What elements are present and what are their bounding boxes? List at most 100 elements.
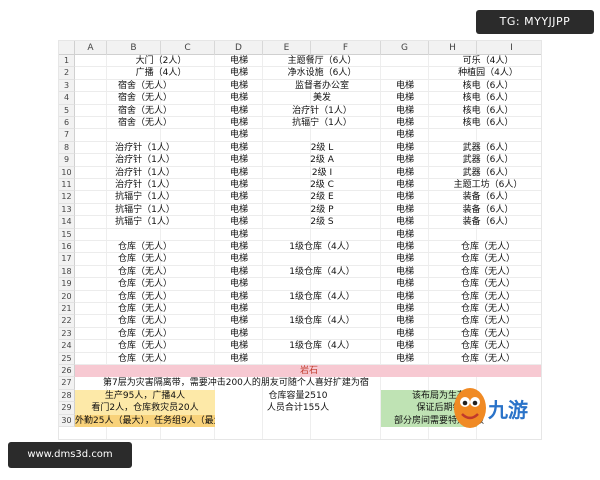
- note-mid-30[interactable]: [215, 415, 381, 427]
- cell-d24[interactable]: 电梯: [215, 340, 263, 352]
- cell-e13[interactable]: 2级 P: [263, 204, 381, 216]
- column-header-a[interactable]: A: [75, 41, 107, 55]
- cell-a25[interactable]: 仓库（无人）: [75, 353, 215, 365]
- cell-a4[interactable]: 宿舍（无人）: [75, 92, 215, 104]
- row-header[interactable]: 7: [59, 129, 75, 142]
- row-header[interactable]: 10: [59, 166, 75, 179]
- row-header[interactable]: 25: [59, 352, 75, 365]
- note-row-27[interactable]: 第7层为灾害隔离带，需要冲击200人的朋友可随个人喜好扩建为宿: [103, 377, 403, 389]
- cell-d20[interactable]: 电梯: [215, 291, 263, 303]
- cell-h17[interactable]: 仓库（无人）: [429, 253, 541, 265]
- column-header-f[interactable]: F: [311, 41, 381, 55]
- cell-e5[interactable]: 治疗针（1人）: [263, 105, 381, 117]
- cell-d14[interactable]: 电梯: [215, 216, 263, 228]
- cell-g9[interactable]: 电梯: [381, 154, 429, 166]
- cell-a23[interactable]: 仓库（无人）: [75, 328, 215, 340]
- cell-d17[interactable]: 电梯: [215, 253, 263, 265]
- cell-d1[interactable]: 电梯: [215, 55, 263, 67]
- cell-h6[interactable]: 核电（6人）: [429, 117, 541, 129]
- cell-a9[interactable]: 治疗针（1人）: [75, 154, 215, 166]
- cell-d19[interactable]: 电梯: [215, 278, 263, 290]
- cell-h23[interactable]: 仓库（无人）: [429, 328, 541, 340]
- row-header[interactable]: 29: [59, 402, 75, 415]
- row-header[interactable]: 23: [59, 327, 75, 341]
- cell-d15[interactable]: 电梯: [215, 229, 263, 241]
- cell-e2[interactable]: 净水设施（6人）: [263, 67, 381, 79]
- cell-h19[interactable]: 仓库（无人）: [429, 278, 541, 290]
- cell-g24[interactable]: 电梯: [381, 340, 429, 352]
- row-header[interactable]: 2: [59, 67, 75, 80]
- cell-b2[interactable]: 广播（4人）: [107, 67, 215, 79]
- row-header[interactable]: 15: [59, 228, 75, 241]
- select-all-corner[interactable]: [59, 41, 75, 55]
- row-header[interactable]: 18: [59, 265, 75, 279]
- cell-d22[interactable]: 电梯: [215, 315, 263, 327]
- cell-d12[interactable]: 电梯: [215, 191, 263, 203]
- cell-a13[interactable]: 抗辐宁（1人）: [75, 204, 215, 216]
- cell-g17[interactable]: 电梯: [381, 253, 429, 265]
- cell-h4[interactable]: 核电（6人）: [429, 92, 541, 104]
- cell-g3[interactable]: 电梯: [381, 80, 429, 92]
- cell-d25[interactable]: 电梯: [215, 353, 263, 365]
- cell-e10[interactable]: 2级 I: [263, 167, 381, 179]
- cell-a14[interactable]: 抗辐宁（1人）: [75, 216, 215, 228]
- cell-d3[interactable]: 电梯: [215, 80, 263, 92]
- cell-d9[interactable]: 电梯: [215, 154, 263, 166]
- row-header[interactable]: 11: [59, 179, 75, 192]
- cell-h12[interactable]: 装备（6人）: [429, 191, 541, 203]
- cell-e4[interactable]: 美发: [263, 92, 381, 104]
- cell-a12[interactable]: 抗辐宁（1人）: [75, 191, 215, 203]
- cell-e18[interactable]: 1级仓库（4人）: [263, 266, 381, 278]
- cell-h14[interactable]: 装备（6人）: [429, 216, 541, 228]
- cell-g23[interactable]: 电梯: [381, 328, 429, 340]
- cell-d8[interactable]: 电梯: [215, 142, 263, 154]
- cell-d4[interactable]: 电梯: [215, 92, 263, 104]
- cell-g22[interactable]: 电梯: [381, 315, 429, 327]
- row-header[interactable]: 27: [59, 377, 75, 390]
- cell-g6[interactable]: 电梯: [381, 117, 429, 129]
- cell-a5[interactable]: 宿舍（无人）: [75, 105, 215, 117]
- column-header-h[interactable]: H: [429, 41, 477, 55]
- row-header[interactable]: 22: [59, 315, 75, 328]
- cell-g16[interactable]: 电梯: [381, 241, 429, 253]
- row-header[interactable]: 28: [59, 389, 75, 403]
- cell-g10[interactable]: 电梯: [381, 167, 429, 179]
- cell-g12[interactable]: 电梯: [381, 191, 429, 203]
- note-mid-29[interactable]: 人员合计155人: [215, 402, 381, 414]
- column-header-d[interactable]: D: [215, 41, 263, 55]
- row-header[interactable]: 26: [59, 365, 75, 378]
- row-header[interactable]: 4: [59, 92, 75, 105]
- cell-h9[interactable]: 武器（6人）: [429, 154, 541, 166]
- cell-g5[interactable]: 电梯: [381, 105, 429, 117]
- cell-d16[interactable]: 电梯: [215, 241, 263, 253]
- cell-g7[interactable]: 电梯: [381, 129, 429, 141]
- note-left-30[interactable]: 外勤25人（最大），任务组9人（最大）: [75, 415, 215, 427]
- cell-h5[interactable]: 核电（6人）: [429, 105, 541, 117]
- row-header[interactable]: 3: [59, 79, 75, 93]
- note-left-28[interactable]: 生产95人，广播4人: [75, 390, 215, 402]
- row-header[interactable]: 21: [59, 303, 75, 316]
- column-header-c[interactable]: C: [161, 41, 215, 55]
- column-header-e[interactable]: E: [263, 41, 311, 55]
- row-header[interactable]: 20: [59, 290, 75, 303]
- cell-g21[interactable]: 电梯: [381, 303, 429, 315]
- note-mid-28[interactable]: 仓库容量2510: [215, 390, 381, 402]
- cell-e20[interactable]: 1级仓库（4人）: [263, 291, 381, 303]
- cell-d11[interactable]: 电梯: [215, 179, 263, 191]
- cell-h24[interactable]: 仓库（无人）: [429, 340, 541, 352]
- cell-g18[interactable]: 电梯: [381, 266, 429, 278]
- cell-e9[interactable]: 2级 A: [263, 154, 381, 166]
- cell-d5[interactable]: 电梯: [215, 105, 263, 117]
- cell-h16[interactable]: 仓库（无人）: [429, 241, 541, 253]
- cell-d21[interactable]: 电梯: [215, 303, 263, 315]
- cell-g25[interactable]: 电梯: [381, 353, 429, 365]
- cell-h21[interactable]: 仓库（无人）: [429, 303, 541, 315]
- cell-e8[interactable]: 2级 L: [263, 142, 381, 154]
- cell-a6[interactable]: 宿舍（无人）: [75, 117, 215, 129]
- cell-e24[interactable]: 1级仓库（4人）: [263, 340, 381, 352]
- row-header[interactable]: 16: [59, 241, 75, 254]
- row-header[interactable]: 8: [59, 141, 75, 155]
- cell-d18[interactable]: 电梯: [215, 266, 263, 278]
- row-header[interactable]: 24: [59, 340, 75, 353]
- cell-h18[interactable]: 仓库（无人）: [429, 266, 541, 278]
